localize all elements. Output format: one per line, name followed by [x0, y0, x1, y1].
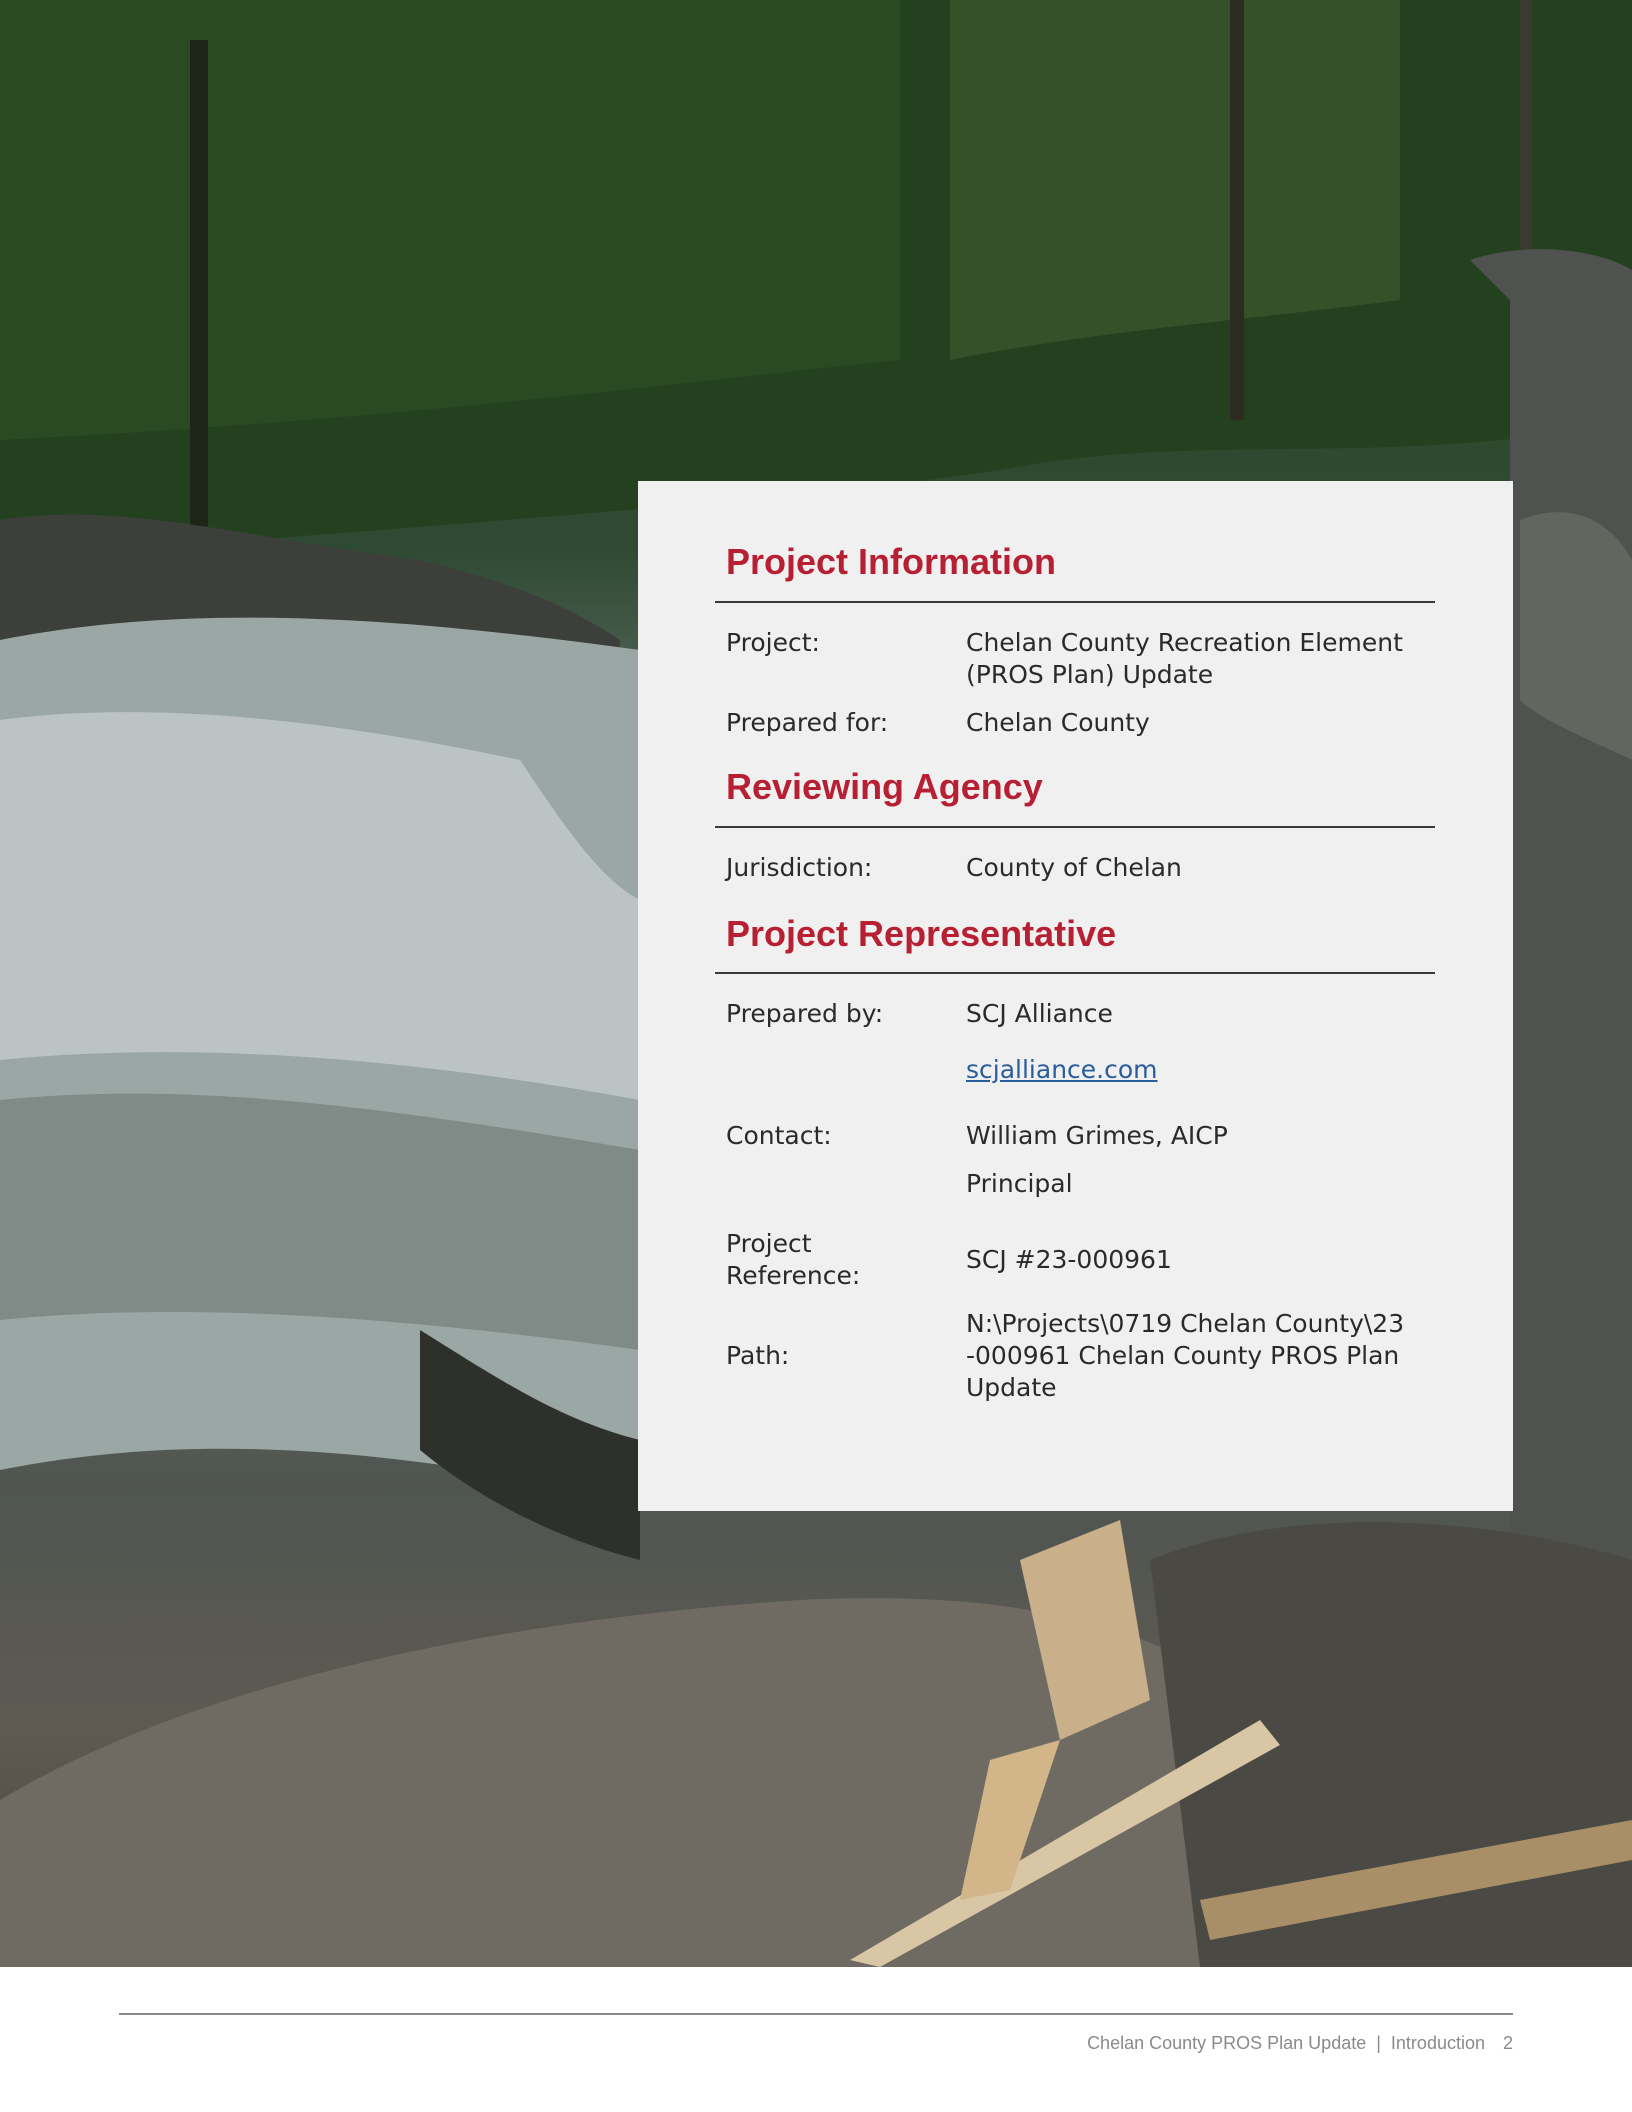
prepared-for-value: Chelan County [966, 708, 1150, 737]
prepared-by-label: Prepared by: [726, 999, 884, 1028]
website-link[interactable]: scjalliance.com [966, 1054, 1436, 1086]
reference-value: SCJ #23-000961 [966, 1245, 1172, 1274]
prepared-by-value: SCJ Alliance [966, 999, 1113, 1028]
page-footer: Chelan County PROS Plan Update | Introduct… [1087, 2033, 1513, 2054]
section-divider [715, 826, 1435, 828]
project-representative-heading: Project Representative [726, 913, 1117, 954]
contact-name: William Grimes, AICP [966, 1121, 1228, 1150]
prepared-for-label: Prepared for: [726, 708, 889, 737]
footer-divider [119, 2013, 1513, 2015]
section-divider [715, 601, 1435, 603]
footer-section: Introduction [1390, 2033, 1485, 2053]
reference-label: Project Reference: [726, 1229, 861, 1290]
contact-label: Contact: [726, 1121, 832, 1150]
card-notch [638, 536, 696, 660]
page-number: 2 [1502, 2033, 1513, 2053]
project-value: Chelan County Recreation Element (PROS P… [966, 628, 1403, 689]
path-value: N:\Projects\0719 Chelan County\23-000961… [966, 1309, 1405, 1402]
project-information-heading: Project Information [726, 541, 1057, 582]
footer-separator: | [1376, 2033, 1381, 2053]
reviewing-agency-heading: Reviewing Agency [726, 766, 1043, 807]
project-info-card: Project Information Project: Chelan Coun… [638, 481, 1513, 1511]
contact-title: Principal [966, 1169, 1073, 1198]
project-label: Project: [726, 628, 820, 657]
footer-document-title: Chelan County PROS Plan Update [1087, 2033, 1367, 2053]
path-label: Path: [726, 1341, 790, 1370]
jurisdiction-value: County of Chelan [966, 853, 1182, 882]
jurisdiction-label: Jurisdiction: [726, 853, 873, 882]
section-divider [715, 972, 1435, 974]
